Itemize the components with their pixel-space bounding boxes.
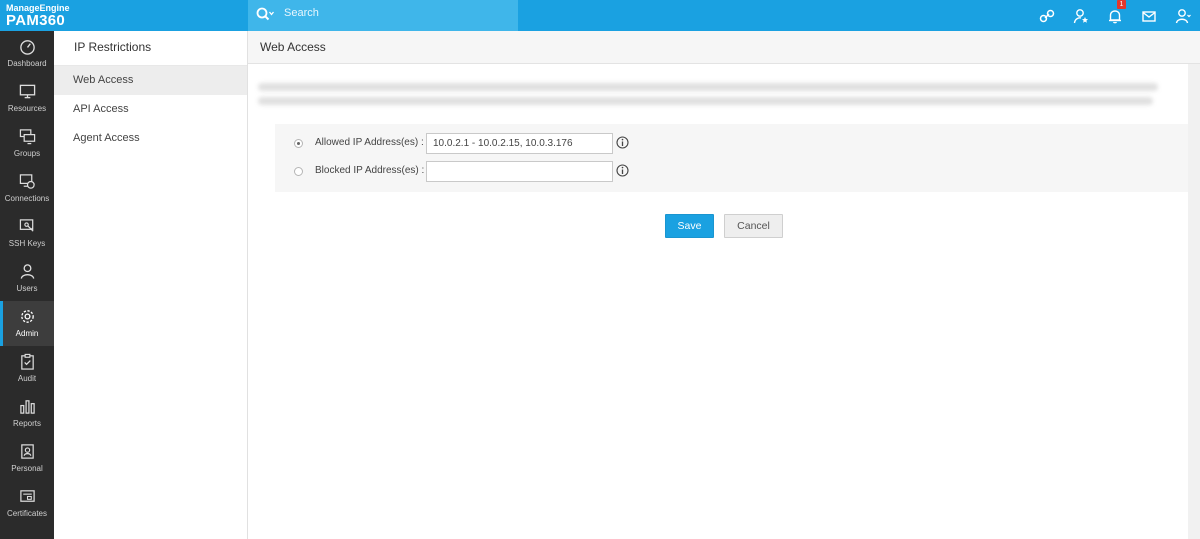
nav-item-ssh-keys[interactable]: SSH Keys bbox=[0, 211, 54, 256]
user-star-icon[interactable] bbox=[1064, 0, 1098, 31]
user-icon bbox=[20, 264, 35, 279]
info-icon[interactable] bbox=[616, 164, 629, 177]
nav-label: Connections bbox=[4, 194, 50, 203]
nav-item-connections[interactable]: Connections bbox=[0, 166, 54, 211]
submenu-panel: IP Restrictions Web Access API Access Ag… bbox=[54, 31, 248, 539]
dashboard-icon bbox=[20, 40, 35, 55]
bar-chart-icon bbox=[20, 400, 35, 414]
cancel-button[interactable]: Cancel bbox=[724, 214, 783, 238]
blurred-description bbox=[258, 83, 1158, 111]
bell-icon[interactable]: 1 bbox=[1098, 0, 1132, 31]
nav-label: Resources bbox=[7, 104, 47, 113]
search-placeholder: Search bbox=[284, 7, 319, 19]
submenu-title: IP Restrictions bbox=[54, 31, 247, 66]
allowed-ip-radio[interactable] bbox=[294, 139, 303, 148]
allowed-ip-input[interactable] bbox=[426, 133, 613, 154]
notification-badge: 1 bbox=[1117, 0, 1126, 9]
top-bar: ManageEngine PAM360 Search 1 bbox=[0, 0, 1200, 31]
info-icon[interactable] bbox=[616, 136, 629, 149]
nav-item-users[interactable]: Users bbox=[0, 256, 54, 301]
nav-label: SSH Keys bbox=[8, 239, 46, 248]
left-nav: Dashboard Resources Groups Connections S… bbox=[0, 31, 54, 539]
certificate-icon bbox=[20, 490, 35, 502]
product-name: PAM360 bbox=[6, 12, 66, 29]
nav-label: Reports bbox=[12, 419, 41, 428]
nav-item-certificates[interactable]: Certificates bbox=[0, 481, 54, 526]
nav-item-personal[interactable]: Personal bbox=[0, 436, 54, 481]
user-account-icon[interactable] bbox=[1166, 0, 1200, 31]
submenu-item-api-access[interactable]: API Access bbox=[54, 95, 247, 124]
submenu-item-agent-access[interactable]: Agent Access bbox=[54, 124, 247, 153]
nav-item-dashboard[interactable]: Dashboard bbox=[0, 31, 54, 76]
submenu-item-web-access[interactable]: Web Access bbox=[54, 66, 247, 95]
search-icon[interactable] bbox=[256, 7, 274, 23]
blocked-ip-row: Blocked IP Address(es) : bbox=[275, 161, 1188, 183]
nav-label: Dashboard bbox=[7, 59, 47, 68]
nav-item-reports[interactable]: Reports bbox=[0, 391, 54, 436]
ip-restriction-form: Allowed IP Address(es) : Blocked IP Addr… bbox=[275, 124, 1188, 192]
nav-label: Certificates bbox=[6, 509, 47, 518]
blocked-ip-input[interactable] bbox=[426, 161, 613, 182]
search-input[interactable]: Search bbox=[248, 0, 518, 31]
nav-label: Users bbox=[16, 284, 38, 293]
nav-item-admin[interactable]: Admin bbox=[0, 301, 54, 346]
clipboard-icon bbox=[21, 353, 34, 370]
app-logo[interactable]: ManageEngine PAM360 bbox=[0, 0, 248, 31]
save-button[interactable]: Save bbox=[665, 214, 714, 238]
nav-item-resources[interactable]: Resources bbox=[0, 76, 54, 121]
blocked-ip-label: Blocked IP Address(es) : bbox=[315, 165, 425, 176]
nav-label: Audit bbox=[17, 374, 37, 383]
groups-icon bbox=[19, 129, 36, 145]
main-content: Web Access Allowed IP Address(es) : Bloc… bbox=[248, 31, 1200, 539]
allowed-ip-label: Allowed IP Address(es) : bbox=[315, 137, 424, 148]
nav-item-groups[interactable]: Groups bbox=[0, 121, 54, 166]
page-title: Web Access bbox=[248, 31, 1200, 64]
blocked-ip-radio[interactable] bbox=[294, 167, 303, 176]
nav-item-audit[interactable]: Audit bbox=[0, 346, 54, 391]
nav-label: Personal bbox=[11, 464, 43, 473]
nav-label: Admin bbox=[15, 329, 39, 338]
link-icon[interactable] bbox=[1030, 0, 1064, 31]
allowed-ip-row: Allowed IP Address(es) : bbox=[275, 133, 1188, 155]
nav-label: Groups bbox=[13, 149, 41, 158]
personal-icon bbox=[21, 444, 34, 459]
scrollbar[interactable] bbox=[1188, 64, 1200, 539]
connections-icon bbox=[19, 174, 35, 189]
monitor-icon bbox=[19, 84, 36, 99]
ssh-keys-icon bbox=[19, 219, 34, 232]
mail-icon[interactable] bbox=[1132, 0, 1166, 31]
gear-icon bbox=[21, 310, 34, 323]
